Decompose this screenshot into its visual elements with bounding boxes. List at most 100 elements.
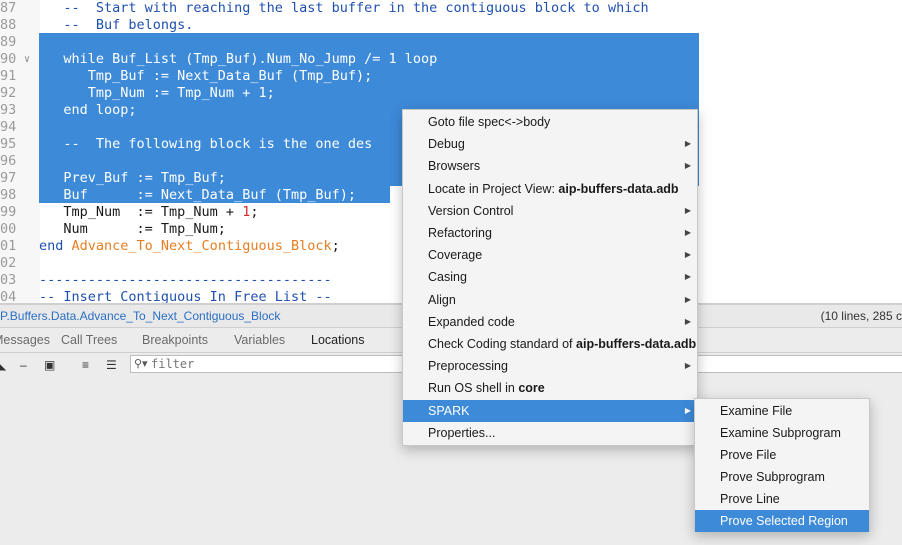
code-line[interactable]: 90 ∨ while Buf_List (Tmp_Buf).Num_No_Jump… xyxy=(0,51,902,68)
menu-item[interactable]: Goto file spec<->body xyxy=(403,111,697,133)
menu-item[interactable]: Debug ▶ xyxy=(403,133,697,155)
submenu-item-label: Examine Subprogram xyxy=(720,426,841,440)
code-line[interactable]: 87 -- Start with reaching the last buffe… xyxy=(0,0,902,17)
line-number: 94 xyxy=(0,119,17,135)
submenu-item-label: Examine File xyxy=(720,404,793,418)
menu-item-label: Align xyxy=(428,292,456,307)
code-token: end xyxy=(39,238,72,254)
submenu-arrow-icon: ▶ xyxy=(684,405,691,415)
menu-item[interactable]: Properties... xyxy=(403,422,697,444)
line-number: 90 xyxy=(0,51,17,67)
code-line[interactable]: 89 xyxy=(0,34,902,51)
selection-info: (10 lines, 285 c xyxy=(820,309,902,323)
submenu-arrow-icon: ▶ xyxy=(684,161,691,171)
code-token: ------------------------------------ xyxy=(39,272,332,288)
submenu-item[interactable]: Prove Line xyxy=(695,488,869,510)
menu-item-label: Coverage xyxy=(428,248,483,263)
submenu-item[interactable]: Prove Subprogram xyxy=(695,466,869,488)
code-line[interactable]: 88 -- Buf belongs. xyxy=(0,17,902,34)
code-text: end Advance_To_Next_Contiguous_Block; xyxy=(39,238,340,255)
code-token: while Buf_List (Tmp_Buf).Num_No_Jump /= … xyxy=(39,51,438,67)
tab-breakpoints[interactable]: Breakpoints xyxy=(142,328,208,352)
submenu-arrow-icon: ▶ xyxy=(684,250,691,260)
tab-call-trees[interactable]: Call Trees xyxy=(61,328,117,352)
line-number: 01 xyxy=(0,238,17,254)
submenu-item[interactable]: Prove File xyxy=(695,444,869,466)
menu-item-label: Check Coding standard of xyxy=(428,337,577,351)
code-token: Tmp_Buf := Next_Data_Buf (Tmp_Buf); xyxy=(39,68,373,84)
menu-item[interactable]: Browsers ▶ xyxy=(403,155,697,177)
code-token: -- Start with reaching the last buffer i… xyxy=(39,0,649,16)
submenu-item-label: Prove Line xyxy=(720,492,780,506)
line-number: 97 xyxy=(0,170,17,186)
code-token: -- Insert Contiguous In Free List -- xyxy=(39,289,332,303)
tab-locations[interactable]: Locations xyxy=(311,328,365,352)
menu-item-label: Version Control xyxy=(428,203,514,218)
collapse-icon[interactable]: ◣ xyxy=(0,357,6,373)
line-number: 89 xyxy=(0,34,17,50)
submenu-item-label: Prove Selected Region xyxy=(720,514,848,528)
menu-item[interactable]: Version Control ▶ xyxy=(403,200,697,222)
search-icon[interactable]: ⚲▾ xyxy=(134,357,148,370)
code-text: Tmp_Num := Tmp_Num + 1; xyxy=(39,85,275,102)
submenu-arrow-icon: ▶ xyxy=(684,272,691,282)
code-token: Buf := Next_Data_Buf (Tmp_Buf); xyxy=(39,187,356,203)
code-text: -- Buf belongs. xyxy=(39,17,193,34)
code-token: end loop; xyxy=(39,102,137,118)
spark-submenu: Examine File Examine Subprogram Prove File… xyxy=(694,398,870,532)
remove-icon[interactable]: – xyxy=(20,357,27,373)
expand-all-icon[interactable]: ≡ xyxy=(82,357,89,373)
menu-item[interactable]: Expanded code ▶ xyxy=(403,311,697,333)
menu-item[interactable]: Preprocessing ▶ xyxy=(403,355,697,377)
menu-item-label: Locate in Project View: xyxy=(428,181,559,196)
line-number: 00 xyxy=(0,221,17,237)
code-text: Prev_Buf := Tmp_Buf; xyxy=(39,170,226,187)
current-entity-path[interactable]: P.Buffers.Data.Advance_To_Next_Contiguou… xyxy=(0,305,280,327)
line-number: 03 xyxy=(0,272,17,288)
line-number: 99 xyxy=(0,204,17,220)
menu-item[interactable]: Check Coding standard of aip-buffers-dat… xyxy=(403,333,697,355)
submenu-item[interactable]: Examine Subprogram xyxy=(695,422,869,444)
code-text: Tmp_Buf := Next_Data_Buf (Tmp_Buf); xyxy=(39,68,372,85)
tab-variables[interactable]: Variables xyxy=(234,328,285,352)
line-number: 87 xyxy=(0,0,17,16)
menu-item[interactable]: Casing ▶ xyxy=(403,266,697,288)
line-number: 88 xyxy=(0,17,17,33)
code-token: ; xyxy=(331,238,340,254)
menu-item-label: Expanded code xyxy=(428,314,515,329)
menu-item[interactable]: Coverage ▶ xyxy=(403,244,697,266)
line-number: 91 xyxy=(0,68,17,84)
line-number: 92 xyxy=(0,85,17,101)
menu-item[interactable]: SPARK ▶ xyxy=(403,399,697,422)
menu-item[interactable]: Align ▶ xyxy=(403,289,697,311)
code-line[interactable]: 91 Tmp_Buf := Next_Data_Buf (Tmp_Buf); xyxy=(0,68,902,85)
submenu-arrow-icon: ▶ xyxy=(684,228,691,237)
menu-item-target: aip-buffers-data.adb xyxy=(558,181,679,196)
menu-item-label: SPARK xyxy=(428,403,470,418)
line-number: 93 xyxy=(0,102,17,118)
menu-item-target: aip-buffers-data.adb xyxy=(576,337,697,351)
menu-item-label: Debug xyxy=(428,137,465,152)
menu-item-label: Browsers xyxy=(428,159,481,174)
submenu-item[interactable]: Examine File xyxy=(695,400,869,422)
submenu-item[interactable]: Prove Selected Region xyxy=(695,510,869,532)
list-icon[interactable]: ☰ xyxy=(106,357,117,373)
code-text: end loop; xyxy=(39,102,137,119)
code-token: Advance_To_Next_Contiguous_Block xyxy=(71,238,332,254)
code-line[interactable]: 92 Tmp_Num := Tmp_Num + 1; xyxy=(0,85,902,102)
tab-messages[interactable]: Messages xyxy=(0,328,50,352)
code-text: -- Insert Contiguous In Free List -- xyxy=(39,289,332,303)
code-text: -- Start with reaching the last buffer i… xyxy=(39,0,649,17)
submenu-arrow-icon: ▶ xyxy=(684,316,691,326)
code-token: Tmp_Num := Tmp_Num + 1; xyxy=(39,85,275,101)
line-number: 02 xyxy=(0,255,17,271)
menu-item-target: core xyxy=(518,381,545,396)
code-token: ; xyxy=(250,204,259,220)
fold-chevron-icon[interactable]: ∨ xyxy=(24,51,30,68)
menu-item[interactable]: Refactoring ▶ xyxy=(403,222,697,244)
menu-item[interactable]: Locate in Project View: aip-buffers-data… xyxy=(403,178,697,200)
save-icon[interactable]: ▣ xyxy=(44,357,55,373)
code-text: ------------------------------------ xyxy=(39,272,332,289)
menu-item-label: Properties... xyxy=(428,425,496,440)
menu-item[interactable]: Run OS shell in core xyxy=(403,377,697,399)
